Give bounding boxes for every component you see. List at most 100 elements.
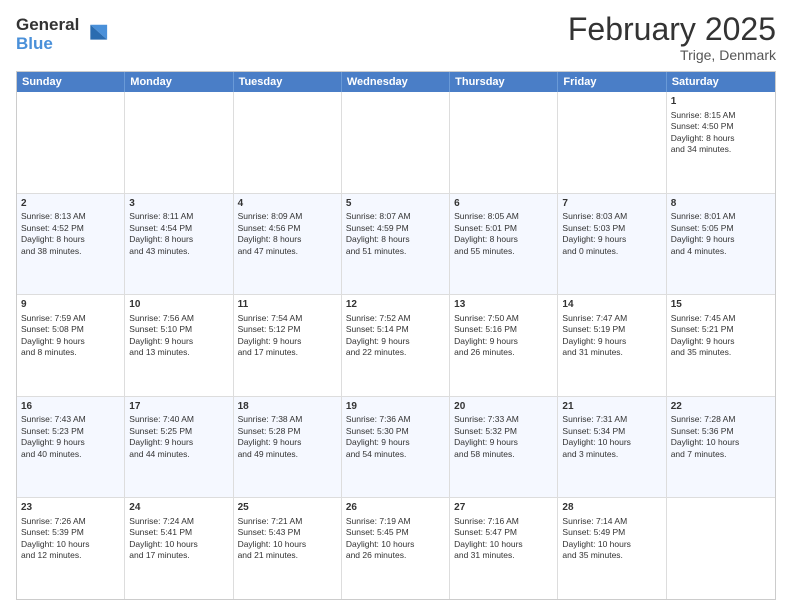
day-number: 1: [671, 95, 771, 109]
day-number: 6: [454, 197, 553, 211]
day-number: 27: [454, 501, 553, 515]
cell-content-line: Sunrise: 7:40 AM: [129, 414, 228, 425]
cell-content-line: Sunset: 5:49 PM: [562, 527, 661, 538]
calendar-cell-w3-d3: 11Sunrise: 7:54 AMSunset: 5:12 PMDayligh…: [234, 295, 342, 396]
cell-content-line: and 8 minutes.: [21, 347, 120, 358]
header-sunday: Sunday: [17, 72, 125, 92]
calendar-cell-w5-d7: [667, 498, 775, 599]
cell-content-line: and 21 minutes.: [238, 550, 337, 561]
cell-content-line: Daylight: 10 hours: [671, 437, 771, 448]
calendar-cell-w5-d6: 28Sunrise: 7:14 AMSunset: 5:49 PMDayligh…: [558, 498, 666, 599]
calendar-cell-w4-d7: 22Sunrise: 7:28 AMSunset: 5:36 PMDayligh…: [667, 397, 775, 498]
cell-content-line: Sunset: 5:34 PM: [562, 426, 661, 437]
logo-icon: [81, 21, 109, 49]
cell-content-line: Sunset: 4:52 PM: [21, 223, 120, 234]
cell-content-line: Sunset: 5:05 PM: [671, 223, 771, 234]
cell-content-line: and 38 minutes.: [21, 246, 120, 257]
page: General Blue February 2025 Trige, Denmar…: [0, 0, 792, 612]
day-number: 16: [21, 400, 120, 414]
cell-content-line: and 58 minutes.: [454, 449, 553, 460]
calendar-cell-w4-d3: 18Sunrise: 7:38 AMSunset: 5:28 PMDayligh…: [234, 397, 342, 498]
day-number: 9: [21, 298, 120, 312]
day-number: 26: [346, 501, 445, 515]
cell-content-line: Daylight: 10 hours: [129, 539, 228, 550]
calendar-cell-w1-d1: [17, 92, 125, 193]
calendar-cell-w1-d7: 1Sunrise: 8:15 AMSunset: 4:50 PMDaylight…: [667, 92, 775, 193]
cell-content-line: Sunset: 5:23 PM: [21, 426, 120, 437]
calendar-cell-w4-d1: 16Sunrise: 7:43 AMSunset: 5:23 PMDayligh…: [17, 397, 125, 498]
cell-content-line: Sunset: 5:08 PM: [21, 324, 120, 335]
cell-content-line: and 3 minutes.: [562, 449, 661, 460]
day-number: 11: [238, 298, 337, 312]
calendar-week-1: 1Sunrise: 8:15 AMSunset: 4:50 PMDaylight…: [17, 92, 775, 194]
calendar-cell-w3-d2: 10Sunrise: 7:56 AMSunset: 5:10 PMDayligh…: [125, 295, 233, 396]
cell-content-line: Daylight: 8 hours: [129, 234, 228, 245]
cell-content-line: Daylight: 9 hours: [238, 336, 337, 347]
cell-content-line: Sunrise: 7:28 AM: [671, 414, 771, 425]
cell-content-line: and 34 minutes.: [671, 144, 771, 155]
calendar: Sunday Monday Tuesday Wednesday Thursday…: [16, 71, 776, 600]
cell-content-line: Sunset: 5:32 PM: [454, 426, 553, 437]
calendar-cell-w1-d6: [558, 92, 666, 193]
calendar-header: Sunday Monday Tuesday Wednesday Thursday…: [17, 72, 775, 92]
cell-content-line: and 17 minutes.: [238, 347, 337, 358]
cell-content-line: Daylight: 8 hours: [346, 234, 445, 245]
cell-content-line: Sunset: 5:16 PM: [454, 324, 553, 335]
calendar-cell-w4-d2: 17Sunrise: 7:40 AMSunset: 5:25 PMDayligh…: [125, 397, 233, 498]
day-number: 8: [671, 197, 771, 211]
cell-content-line: Daylight: 10 hours: [454, 539, 553, 550]
cell-content-line: Daylight: 9 hours: [346, 336, 445, 347]
cell-content-line: Daylight: 9 hours: [671, 234, 771, 245]
cell-content-line: Daylight: 10 hours: [562, 539, 661, 550]
logo: General Blue: [16, 16, 109, 53]
cell-content-line: Sunset: 5:19 PM: [562, 324, 661, 335]
logo-blue: Blue: [16, 35, 79, 54]
day-number: 19: [346, 400, 445, 414]
cell-content-line: and 47 minutes.: [238, 246, 337, 257]
cell-content-line: and 13 minutes.: [129, 347, 228, 358]
cell-content-line: Daylight: 8 hours: [238, 234, 337, 245]
cell-content-line: Sunrise: 7:38 AM: [238, 414, 337, 425]
cell-content-line: Daylight: 9 hours: [454, 437, 553, 448]
cell-content-line: Sunset: 4:56 PM: [238, 223, 337, 234]
calendar-cell-w2-d4: 5Sunrise: 8:07 AMSunset: 4:59 PMDaylight…: [342, 194, 450, 295]
cell-content-line: Daylight: 9 hours: [21, 437, 120, 448]
cell-content-line: Sunrise: 7:16 AM: [454, 516, 553, 527]
calendar-body: 1Sunrise: 8:15 AMSunset: 4:50 PMDaylight…: [17, 92, 775, 599]
calendar-cell-w3-d5: 13Sunrise: 7:50 AMSunset: 5:16 PMDayligh…: [450, 295, 558, 396]
cell-content-line: Daylight: 9 hours: [562, 234, 661, 245]
cell-content-line: Sunrise: 7:52 AM: [346, 313, 445, 324]
calendar-cell-w3-d4: 12Sunrise: 7:52 AMSunset: 5:14 PMDayligh…: [342, 295, 450, 396]
subtitle: Trige, Denmark: [568, 47, 776, 63]
header-friday: Friday: [558, 72, 666, 92]
cell-content-line: Sunset: 5:43 PM: [238, 527, 337, 538]
cell-content-line: Sunset: 5:03 PM: [562, 223, 661, 234]
day-number: 20: [454, 400, 553, 414]
cell-content-line: Sunrise: 8:13 AM: [21, 211, 120, 222]
calendar-cell-w4-d5: 20Sunrise: 7:33 AMSunset: 5:32 PMDayligh…: [450, 397, 558, 498]
calendar-week-3: 9Sunrise: 7:59 AMSunset: 5:08 PM Daylight…: [17, 295, 775, 397]
calendar-cell-w5-d3: 25Sunrise: 7:21 AMSunset: 5:43 PMDayligh…: [234, 498, 342, 599]
calendar-week-5: 23Sunrise: 7:26 AMSunset: 5:39 PMDayligh…: [17, 498, 775, 599]
cell-content-line: Sunset: 5:28 PM: [238, 426, 337, 437]
header-thursday: Thursday: [450, 72, 558, 92]
cell-content-line: Sunrise: 7:14 AM: [562, 516, 661, 527]
header-tuesday: Tuesday: [234, 72, 342, 92]
day-number: 15: [671, 298, 771, 312]
cell-content-line: Sunset: 5:30 PM: [346, 426, 445, 437]
cell-content-line: Sunrise: 7:59 AM: [21, 313, 120, 324]
cell-content-line: and 51 minutes.: [346, 246, 445, 257]
cell-content-line: Sunset: 5:45 PM: [346, 527, 445, 538]
cell-content-line: Sunset: 5:10 PM: [129, 324, 228, 335]
day-number: 24: [129, 501, 228, 515]
cell-content-line: Daylight: 9 hours: [454, 336, 553, 347]
calendar-cell-w2-d5: 6Sunrise: 8:05 AMSunset: 5:01 PMDaylight…: [450, 194, 558, 295]
calendar-cell-w1-d5: [450, 92, 558, 193]
calendar-cell-w5-d5: 27Sunrise: 7:16 AMSunset: 5:47 PMDayligh…: [450, 498, 558, 599]
cell-content-line: Daylight: 10 hours: [238, 539, 337, 550]
header-monday: Monday: [125, 72, 233, 92]
cell-content-line: Sunrise: 7:24 AM: [129, 516, 228, 527]
cell-content-line: Sunrise: 7:19 AM: [346, 516, 445, 527]
day-number: 4: [238, 197, 337, 211]
cell-content-line: Sunrise: 7:31 AM: [562, 414, 661, 425]
